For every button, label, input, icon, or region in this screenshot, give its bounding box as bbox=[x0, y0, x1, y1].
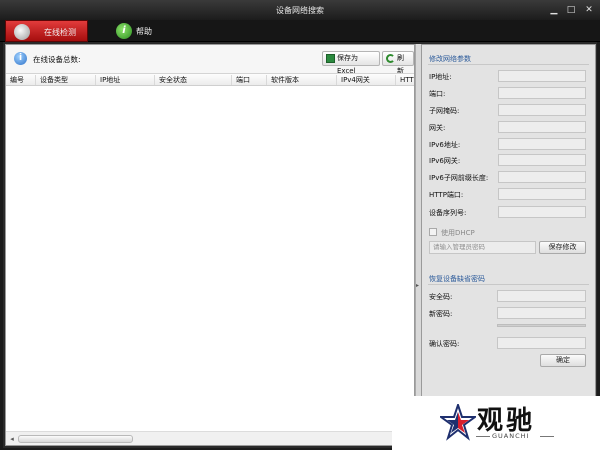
window-title: 设备网络搜索 bbox=[276, 6, 324, 15]
refresh-button[interactable]: 刷新 bbox=[382, 51, 414, 75]
column-header-ipv4-gateway[interactable]: IPv4网关 bbox=[337, 75, 396, 85]
column-header-security[interactable]: 安全状态 bbox=[155, 75, 232, 85]
horizontal-scrollbar[interactable]: ◂ ▸ bbox=[6, 431, 414, 445]
ipv6-prefix-length-label: IPv6子网前缀长度: bbox=[429, 174, 489, 182]
restore-button[interactable]: □ bbox=[565, 4, 577, 16]
table-header: 编号 设备类型 IP地址 安全状态 端口 软件版本 IPv4网关 HTT bbox=[6, 73, 414, 86]
info-help-icon: i bbox=[116, 23, 132, 39]
restore-password-title: 恢复设备缺省密码 bbox=[429, 275, 485, 283]
divider bbox=[428, 284, 589, 285]
dhcp-label: 使用DHCP bbox=[441, 229, 475, 237]
column-header-software-version[interactable]: 软件版本 bbox=[267, 75, 337, 85]
info-icon: i bbox=[14, 52, 27, 65]
serial-number-field[interactable] bbox=[498, 206, 586, 218]
ipv6-address-field[interactable] bbox=[498, 138, 586, 150]
device-table-body[interactable] bbox=[6, 86, 414, 432]
new-password-field[interactable] bbox=[497, 307, 586, 319]
security-code-field[interactable] bbox=[497, 290, 586, 302]
tab-online-detection[interactable]: 在线检测 bbox=[5, 20, 88, 42]
http-port-field[interactable] bbox=[498, 188, 586, 200]
ipv6-gateway-field[interactable] bbox=[498, 154, 586, 166]
tab-bar: 在线检测 i 帮助 bbox=[0, 20, 600, 42]
collapse-arrow-icon[interactable]: ▸ bbox=[416, 282, 419, 289]
scrollbar-thumb[interactable] bbox=[18, 435, 133, 443]
scroll-left-arrow-icon[interactable]: ◂ bbox=[7, 434, 17, 444]
ipv6-gateway-label: IPv6网关: bbox=[429, 157, 461, 165]
save-changes-button[interactable]: 保存修改 bbox=[539, 241, 586, 254]
column-header-ip[interactable]: IP地址 bbox=[96, 75, 155, 85]
column-header-no[interactable]: 编号 bbox=[6, 75, 36, 85]
dhcp-option[interactable]: 使用DHCP bbox=[429, 228, 475, 238]
online-count-label: 在线设备总数: bbox=[33, 55, 81, 64]
parameter-panel: 修改网络参数 IP地址: 端口: 子网掩码: 网关: IPv6地址: IPv6网… bbox=[421, 44, 596, 446]
guanchi-watermark-logo: 观驰 GUANCHI bbox=[392, 396, 600, 450]
column-header-http[interactable]: HTT bbox=[396, 75, 414, 85]
gateway-label: 网关: bbox=[429, 124, 446, 132]
column-header-device-type[interactable]: 设备类型 bbox=[36, 75, 96, 85]
ip-address-field[interactable] bbox=[498, 70, 586, 82]
admin-password-field[interactable]: 请输入管理员密码 bbox=[429, 241, 536, 254]
http-port-label: HTTP端口: bbox=[429, 191, 464, 199]
serial-number-label: 设备序列号: bbox=[429, 209, 467, 217]
list-toolbar: i 在线设备总数: 保存为Excel 刷新 bbox=[6, 45, 414, 75]
gateway-field[interactable] bbox=[498, 121, 586, 133]
save-excel-button[interactable]: 保存为Excel bbox=[322, 51, 380, 75]
tab-label: 在线检测 bbox=[44, 28, 76, 37]
ipv6-address-label: IPv6地址: bbox=[429, 141, 461, 149]
subnet-mask-field[interactable] bbox=[498, 104, 586, 116]
port-label: 端口: bbox=[429, 90, 446, 98]
column-header-port[interactable]: 端口 bbox=[232, 75, 267, 85]
title-bar: 设备网络搜索 ▁ □ ✕ bbox=[0, 0, 600, 20]
divider bbox=[476, 436, 490, 437]
divider bbox=[428, 64, 589, 65]
device-list-panel: i 在线设备总数: 保存为Excel 刷新 编号 设备类型 IP地址 安全状态 … bbox=[5, 44, 415, 446]
excel-icon bbox=[326, 54, 335, 63]
refresh-label: 刷新 bbox=[397, 54, 404, 75]
confirm-password-field[interactable] bbox=[497, 337, 586, 349]
magnifier-icon bbox=[14, 24, 30, 40]
dhcp-checkbox[interactable] bbox=[429, 228, 437, 236]
star-logo-icon bbox=[440, 404, 476, 441]
modify-params-title: 修改网络参数 bbox=[429, 55, 471, 63]
save-excel-label: 保存为Excel bbox=[337, 54, 358, 75]
confirm-button[interactable]: 确定 bbox=[540, 354, 586, 367]
divider bbox=[540, 436, 554, 437]
subnet-mask-label: 子网掩码: bbox=[429, 107, 460, 115]
new-password-label: 新密码: bbox=[429, 310, 453, 318]
watermark-name-en: GUANCHI bbox=[492, 432, 530, 440]
tab-label: 帮助 bbox=[136, 27, 152, 36]
confirm-password-label: 确认密码: bbox=[429, 340, 460, 348]
security-code-label: 安全码: bbox=[429, 293, 453, 301]
ipv6-prefix-length-field[interactable] bbox=[498, 171, 586, 183]
ip-address-label: IP地址: bbox=[429, 73, 452, 81]
close-button[interactable]: ✕ bbox=[583, 4, 595, 16]
tab-help[interactable]: i 帮助 bbox=[110, 20, 170, 42]
password-strength-bar bbox=[497, 324, 586, 327]
port-field[interactable] bbox=[498, 87, 586, 99]
refresh-icon bbox=[386, 54, 395, 63]
minimize-button[interactable]: ▁ bbox=[548, 4, 560, 16]
